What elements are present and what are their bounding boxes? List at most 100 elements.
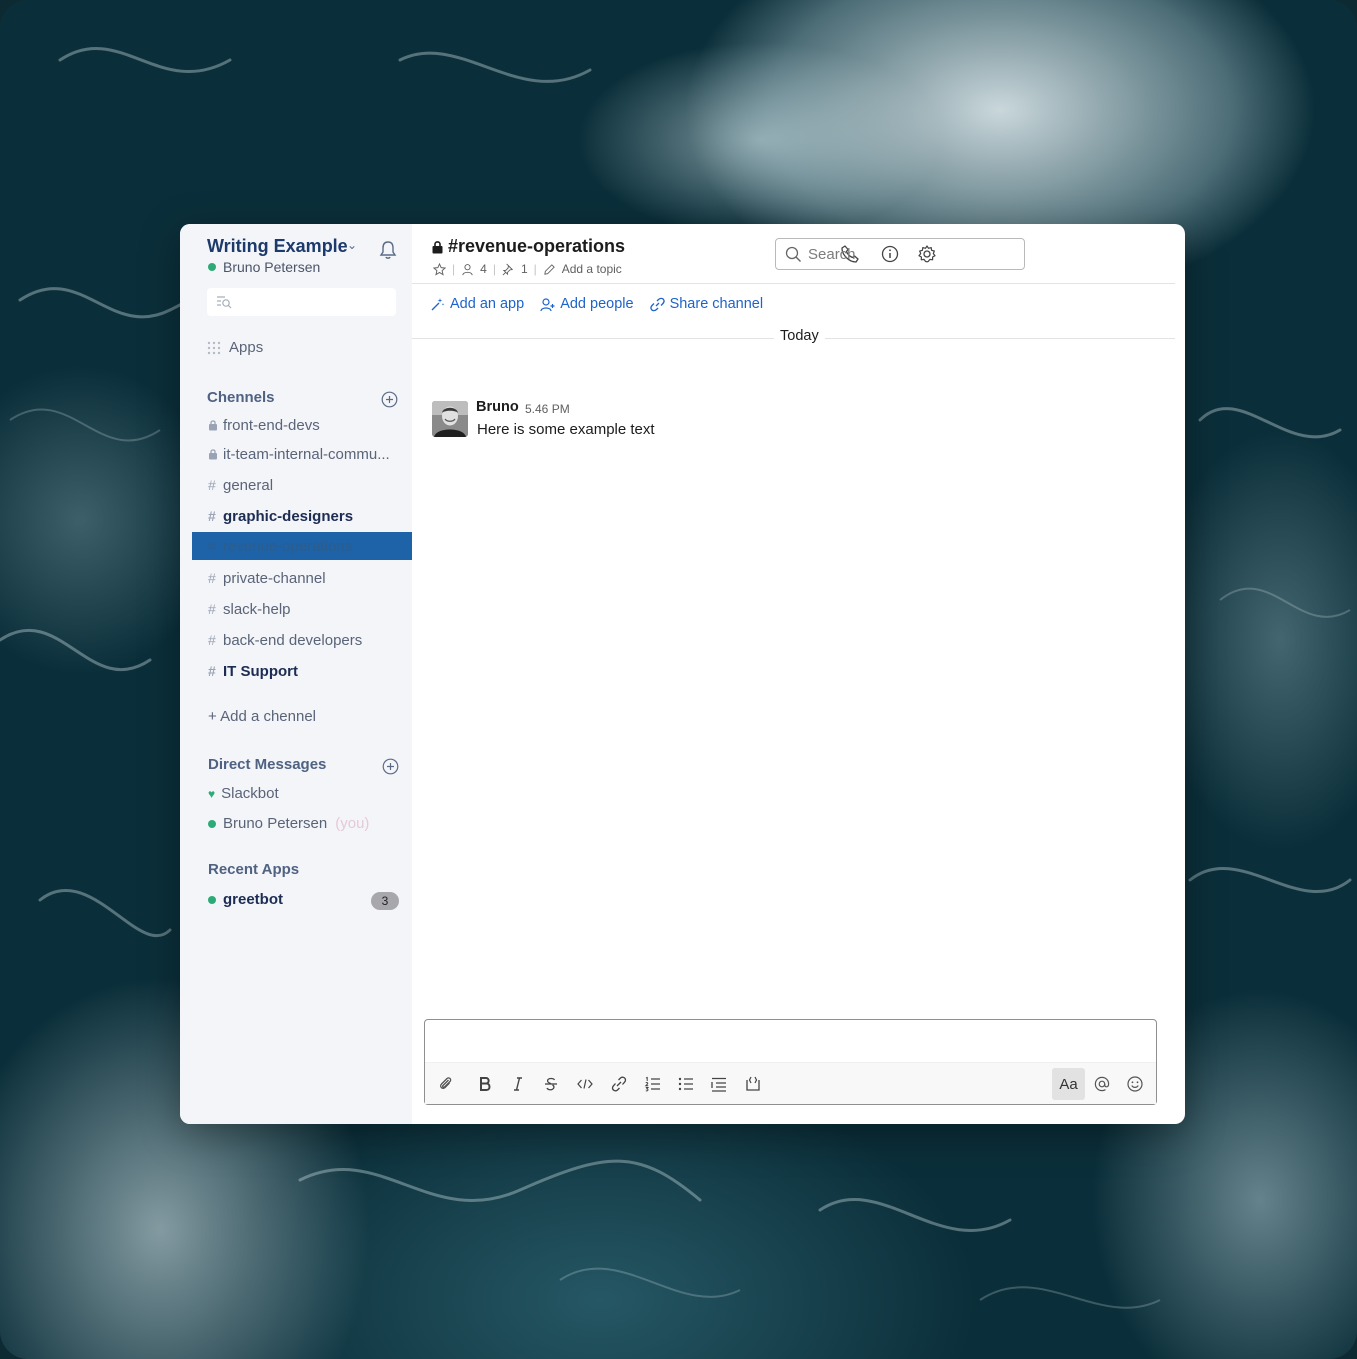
channel-label: private-channel — [223, 569, 326, 587]
search-input[interactable]: Search — [775, 238, 1025, 270]
channel-label: IT Support — [223, 662, 298, 680]
hash-icon: # — [208, 570, 216, 586]
hash-icon: # — [208, 601, 216, 617]
slack-window: Writing Example ⌄ Bruno Petersen Apps Ch… — [180, 224, 1185, 1124]
hash-icon: # — [208, 663, 216, 679]
lock-icon — [432, 240, 443, 253]
workspace-name[interactable]: Writing Example — [207, 236, 348, 257]
formatting-toolbar: Aa — [425, 1062, 1156, 1104]
add-person-icon — [540, 297, 555, 311]
chevron-down-icon[interactable]: ⌄ — [347, 238, 357, 252]
add-channel-plus-icon[interactable] — [381, 391, 398, 408]
presence-dot — [208, 263, 216, 271]
share-channel-label: Share channel — [669, 296, 764, 312]
message-timestamp[interactable]: 5.46 PM — [525, 402, 570, 416]
heart-icon: ♥ — [208, 786, 216, 801]
lock-icon — [209, 420, 217, 431]
apps-label: Apps — [229, 339, 264, 356]
channel-name: #revenue-operations — [448, 236, 626, 256]
pinned-count[interactable]: 1 — [521, 262, 528, 276]
sidebar-item-private-channel[interactable]: # private-channel — [192, 564, 412, 592]
sidebar: Writing Example ⌄ Bruno Petersen Apps Ch… — [180, 224, 412, 1124]
sidebar-item-it-support[interactable]: # IT Support — [192, 657, 412, 685]
you-suffix: (you) — [335, 815, 370, 832]
sidebar-item-slack-help[interactable]: # slack-help — [192, 595, 412, 623]
channel-label: graphic-designers — [223, 507, 354, 525]
presence-dot — [208, 819, 216, 828]
message-author[interactable]: Bruno — [476, 399, 519, 415]
sidebar-item-back-end-developers[interactable]: # back-end developers — [192, 626, 412, 654]
direct-messages-heading[interactable]: Direct Messages — [208, 756, 326, 773]
recent-apps-heading: Recent Apps — [208, 861, 300, 878]
indent-icon[interactable] — [710, 1075, 728, 1093]
search-icon — [785, 246, 801, 262]
emoji-icon[interactable] — [1126, 1075, 1144, 1093]
message-text: Here is some example text — [477, 421, 655, 438]
sidebar-item-revenue-operations[interactable]: # revenue-operations — [192, 532, 412, 560]
add-dm-plus-icon[interactable] — [382, 758, 399, 775]
link-icon — [649, 297, 665, 311]
channel-label: general — [223, 476, 274, 494]
presence-dot — [208, 895, 216, 904]
dm-item-self[interactable]: Bruno Petersen (you) — [208, 815, 369, 832]
link-format-icon[interactable] — [610, 1075, 628, 1093]
sidebar-item-it-team-internal[interactable]: it-team-internal-commu... — [192, 440, 412, 468]
dm-label: Bruno Petersen — [223, 815, 328, 832]
magic-wand-icon — [431, 297, 445, 310]
channel-label: revenue-operations — [223, 537, 353, 555]
channel-actions: Add an app Add people Share channel — [430, 296, 763, 312]
add-app-link[interactable]: Add an app — [430, 296, 524, 312]
bulleted-list-icon[interactable] — [677, 1075, 695, 1093]
hash-icon: # — [208, 632, 216, 648]
unread-badge: 3 — [371, 892, 399, 910]
add-topic-link[interactable]: Add a topic — [562, 262, 622, 276]
hash-icon: # — [208, 538, 216, 554]
bold-icon[interactable] — [476, 1075, 494, 1093]
message-composer[interactable]: Aa — [424, 1019, 1157, 1105]
numbered-list-icon[interactable] — [644, 1075, 662, 1093]
paperclip-icon[interactable] — [437, 1075, 455, 1093]
header-divider — [412, 283, 1175, 284]
dm-label: Slackbot — [221, 785, 279, 802]
avatar-image — [432, 401, 468, 437]
pin-icon[interactable] — [502, 263, 515, 276]
strikethrough-icon[interactable] — [542, 1075, 560, 1093]
channel-label: back-end developers — [223, 631, 363, 649]
add-people-label: Add people — [560, 296, 634, 312]
member-icon[interactable] — [461, 263, 474, 276]
italic-icon[interactable] — [509, 1075, 527, 1093]
sidebar-item-front-end-devs[interactable]: front-end-devs — [192, 411, 412, 439]
jump-search-icon — [217, 296, 232, 309]
sidebar-item-apps[interactable]: Apps — [207, 339, 263, 356]
channel-view: #revenue-operations | 4 | 1 | Add a topi… — [412, 224, 1185, 1124]
lock-icon — [209, 449, 217, 460]
day-divider-label[interactable]: Today — [774, 328, 825, 344]
channel-title[interactable]: #revenue-operations — [432, 236, 625, 257]
format-toggle-button[interactable]: Aa — [1052, 1068, 1085, 1100]
app-label: greetbot — [223, 891, 283, 908]
channels-heading[interactable]: Chennels — [207, 389, 275, 406]
share-channel-link[interactable]: Share channel — [649, 296, 764, 312]
channel-label: it-team-internal-commu... — [223, 445, 390, 463]
hash-icon: # — [208, 477, 216, 493]
star-icon[interactable] — [433, 262, 446, 276]
sidebar-item-general[interactable]: # general — [192, 471, 412, 499]
channel-label: slack-help — [223, 600, 291, 618]
search-placeholder: Search — [808, 245, 856, 263]
dm-item-slackbot[interactable]: ♥ Slackbot — [208, 785, 279, 802]
app-item-greetbot[interactable]: greetbot — [208, 891, 283, 908]
member-count[interactable]: 4 — [480, 262, 487, 276]
code-block-icon[interactable] — [744, 1075, 762, 1093]
sidebar-search-input[interactable] — [207, 288, 396, 316]
sidebar-item-graphic-designers[interactable]: # graphic-designers — [192, 502, 412, 530]
avatar[interactable] — [432, 401, 468, 437]
code-icon[interactable] — [576, 1075, 594, 1093]
add-channel-link[interactable]: + Add a chennel — [208, 708, 316, 725]
user-status[interactable]: Bruno Petersen — [208, 259, 320, 275]
channel-label: front-end-devs — [223, 416, 320, 434]
channel-meta: | 4 | 1 | Add a topic — [433, 262, 622, 276]
mention-icon[interactable] — [1093, 1075, 1111, 1093]
add-app-label: Add an app — [450, 296, 525, 312]
bell-icon[interactable] — [379, 240, 397, 260]
add-people-link[interactable]: Add people — [540, 296, 634, 312]
